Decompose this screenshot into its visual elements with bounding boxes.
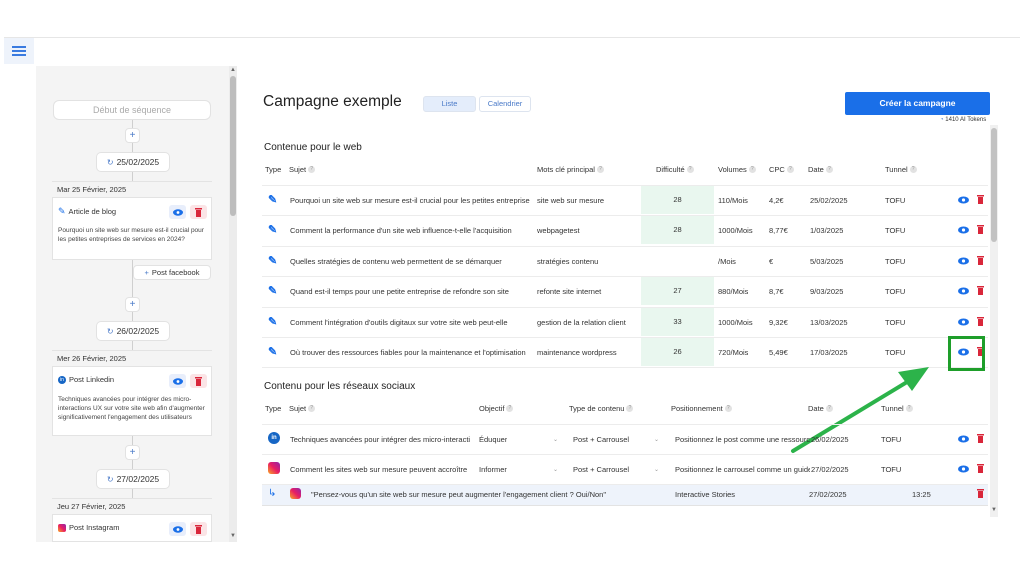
column-header: Date? — [808, 404, 833, 413]
chevron-down-icon: ⌄ — [553, 437, 559, 443]
arrow-head — [898, 367, 929, 391]
help-icon[interactable]: ? — [905, 405, 913, 412]
help-icon[interactable]: ? — [308, 405, 316, 412]
column-header: Tunnel? — [881, 404, 913, 413]
instagram-icon — [290, 488, 301, 499]
row-tunnel: TOFU — [881, 465, 902, 474]
header-label: Type de contenu — [569, 404, 625, 413]
column-header: Objectif? — [479, 404, 514, 413]
delete-button[interactable] — [977, 489, 984, 500]
header-label: Tunnel — [881, 404, 904, 413]
column-header: Type de contenu? — [569, 404, 634, 413]
help-icon[interactable]: ? — [626, 405, 634, 412]
trash-icon — [977, 434, 984, 443]
row-subject: Techniques avancées pour intégrer des mi… — [290, 435, 470, 444]
row-position: Positionnez le post comme une ressource — [675, 435, 810, 444]
eye-icon — [958, 465, 969, 473]
story-date: 27/02/2025 — [809, 490, 847, 499]
header-label: Date — [808, 404, 824, 413]
column-header: Sujet? — [289, 404, 316, 413]
chevron-down-icon: ⌄ — [654, 437, 660, 443]
row-position: Positionnez le carrousel comme un guide — [675, 465, 810, 474]
objective-select[interactable]: Informer — [479, 465, 507, 474]
story-position: Interactive Stories — [675, 490, 736, 499]
main-scrollbar-thumb[interactable] — [991, 128, 997, 242]
header-label: Sujet — [289, 404, 307, 413]
row-tunnel: TOFU — [881, 435, 902, 444]
content-type-select[interactable]: Post + Carrousel — [573, 465, 629, 474]
help-icon[interactable]: ? — [724, 405, 732, 412]
help-icon[interactable]: ? — [825, 405, 833, 412]
objective-select[interactable]: Éduquer — [479, 435, 507, 444]
social-section-title: Contenu pour les réseaux sociaux — [264, 381, 416, 392]
row-subject: Comment les sites web sur mesure peuvent… — [290, 465, 468, 474]
header-label: Positionnement — [671, 404, 723, 413]
header-label: Type — [265, 404, 282, 413]
header-label: Objectif — [479, 404, 505, 413]
trash-icon — [977, 489, 984, 498]
delete-button[interactable] — [977, 464, 984, 475]
scroll-down-icon[interactable]: ▼ — [991, 507, 997, 513]
row-date: 27/02/2025 — [811, 465, 849, 474]
story-text: "Pensez-vous qu'un site web sur mesure p… — [311, 490, 607, 499]
story-time: 13:25 — [912, 490, 931, 499]
chevron-down-icon: ⌄ — [654, 467, 660, 473]
column-header: Positionnement? — [671, 404, 732, 413]
linkedin-icon: in — [268, 432, 280, 444]
view-button[interactable] — [958, 435, 969, 445]
content-type-select[interactable]: Post + Carrousel — [573, 435, 629, 444]
sub-arrow-icon: ↳ — [268, 488, 277, 499]
view-button[interactable] — [958, 465, 969, 475]
delete-button[interactable] — [977, 434, 984, 445]
help-icon[interactable]: ? — [506, 405, 514, 412]
trash-icon — [977, 464, 984, 473]
row-date: 26/02/2025 — [811, 435, 849, 444]
column-header: Type — [265, 404, 281, 413]
eye-icon — [958, 435, 969, 443]
instagram-icon — [268, 462, 280, 474]
chevron-down-icon: ⌄ — [553, 467, 559, 473]
